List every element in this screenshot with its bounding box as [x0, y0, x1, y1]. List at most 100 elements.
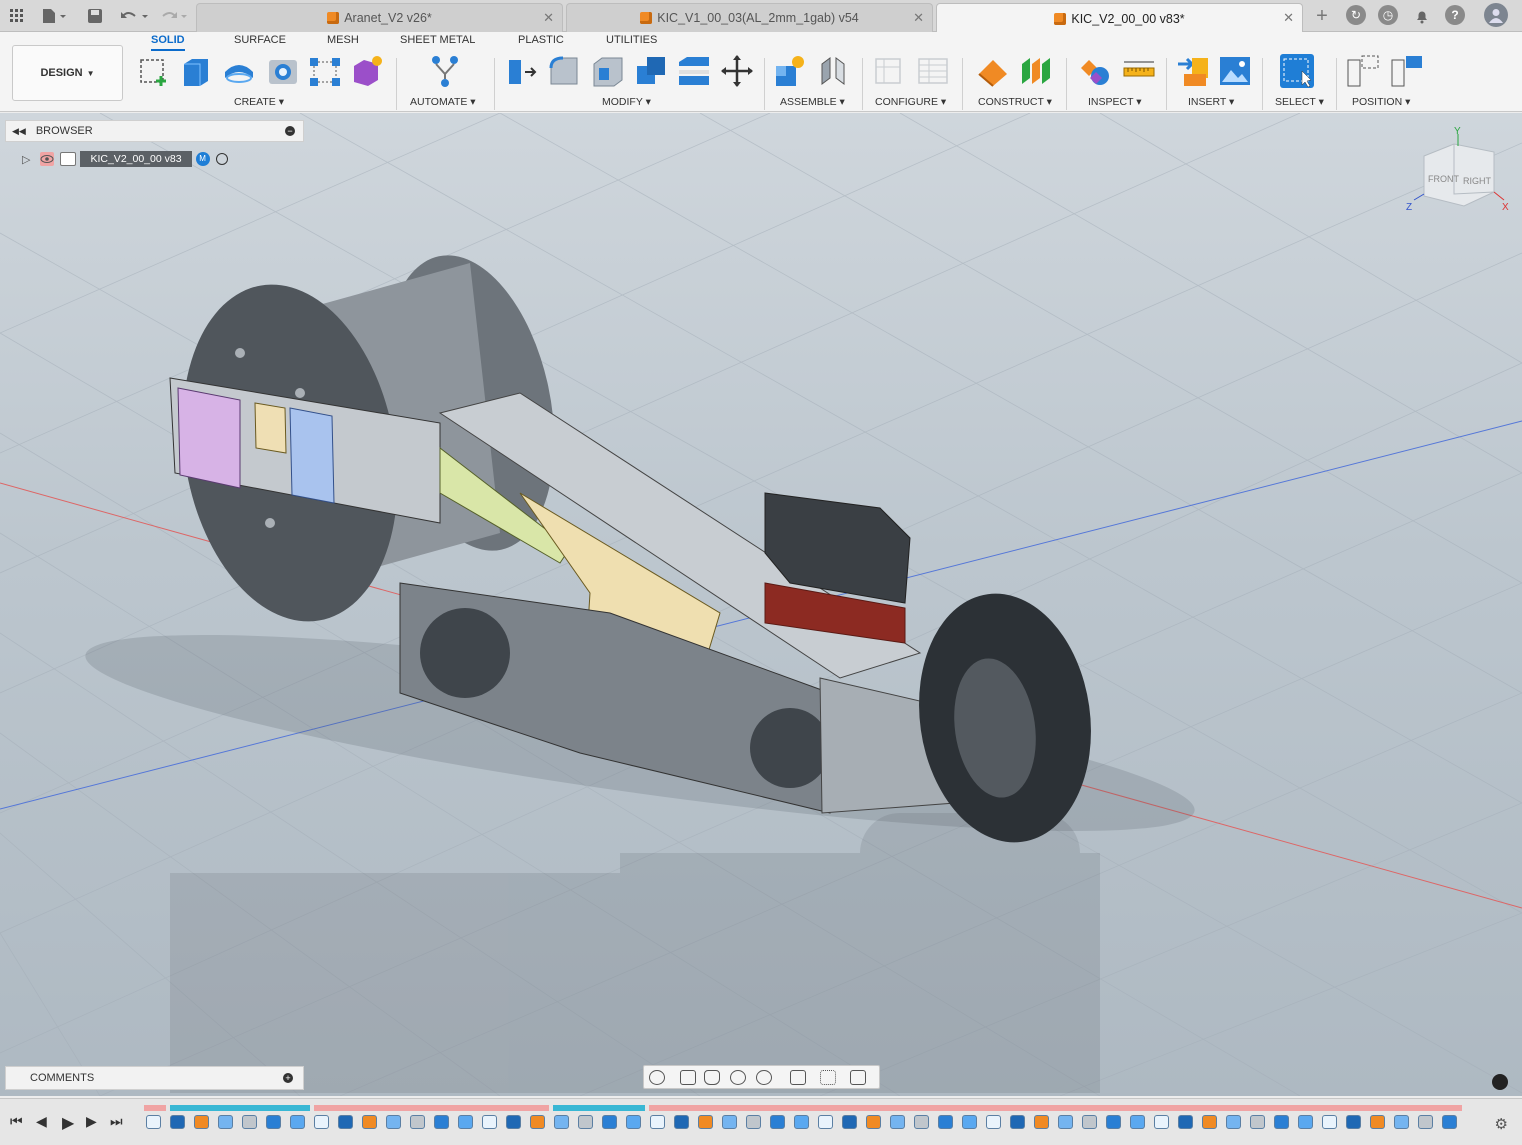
timeline-combine-icon[interactable]: [842, 1115, 857, 1129]
timeline-combine-icon[interactable]: [1010, 1115, 1025, 1129]
play-icon[interactable]: ▶: [62, 1113, 74, 1133]
timeline-sketch-icon[interactable]: [1322, 1115, 1337, 1129]
timeline-joint-icon[interactable]: [1250, 1115, 1265, 1129]
extrude-icon[interactable]: [180, 54, 214, 88]
viewcube-front-face[interactable]: FRONT: [1428, 174, 1459, 184]
timeline-sketch-icon[interactable]: [482, 1115, 497, 1129]
timeline-combine-icon[interactable]: [1346, 1115, 1361, 1129]
timeline-extrude-icon[interactable]: [938, 1115, 953, 1129]
document-tab-active[interactable]: KIC_V2_00_00 v83* ✕: [936, 3, 1303, 33]
tab-surface[interactable]: SURFACE: [234, 34, 286, 46]
combine-icon[interactable]: [634, 54, 668, 88]
tab-sheet-metal[interactable]: SHEET METAL: [400, 34, 475, 46]
display-settings-icon[interactable]: [790, 1070, 806, 1085]
offset-plane-icon[interactable]: [976, 54, 1010, 88]
split-body-icon[interactable]: [677, 54, 711, 88]
measure-icon[interactable]: [1122, 54, 1156, 88]
job-status-icon[interactable]: ◷: [1378, 5, 1398, 25]
timeline-sketch-icon[interactable]: [146, 1115, 161, 1129]
timeline-split-icon[interactable]: [1130, 1115, 1145, 1129]
timeline-settings-gear-icon[interactable]: ⚙: [1495, 1115, 1508, 1133]
position-group-label[interactable]: POSITION ▾: [1352, 96, 1410, 108]
browser-tree-root[interactable]: ▷ KIC_V2_00_00 v83 M: [22, 148, 262, 170]
close-tab-icon[interactable]: ✕: [913, 10, 924, 26]
extensions-icon[interactable]: ↻: [1346, 5, 1366, 25]
timeline-extrude-icon[interactable]: [434, 1115, 449, 1129]
save-icon[interactable]: [86, 6, 104, 26]
timeline-fillet-icon[interactable]: [722, 1115, 737, 1129]
insert-derive-icon[interactable]: [1176, 54, 1210, 88]
expand-triangle-icon[interactable]: ▷: [22, 153, 30, 166]
timeline-extrude-icon[interactable]: [602, 1115, 617, 1129]
timeline-extrude-icon[interactable]: [1274, 1115, 1289, 1129]
timeline-split-icon[interactable]: [1298, 1115, 1313, 1129]
timeline-sketch-icon[interactable]: [314, 1115, 329, 1129]
insert-canvas-icon[interactable]: [1218, 54, 1252, 88]
grid-snaps-icon[interactable]: [820, 1070, 836, 1085]
tab-utilities[interactable]: UTILITIES: [606, 34, 657, 46]
create-form-icon[interactable]: [350, 54, 384, 88]
press-pull-icon[interactable]: [505, 54, 539, 88]
configure-group-label[interactable]: CONFIGURE ▾: [875, 96, 946, 108]
user-avatar-icon[interactable]: [1484, 3, 1508, 27]
timeline-combine-icon[interactable]: [338, 1115, 353, 1129]
timeline-combine-icon[interactable]: [170, 1115, 185, 1129]
zoom-icon[interactable]: [730, 1070, 746, 1085]
tab-mesh[interactable]: MESH: [327, 34, 359, 46]
timeline-combine-icon[interactable]: [674, 1115, 689, 1129]
timeline-move-icon[interactable]: [866, 1115, 881, 1129]
close-tab-icon[interactable]: ✕: [543, 10, 554, 26]
shell-icon[interactable]: [591, 54, 625, 88]
automate-group-label[interactable]: AUTOMATE ▾: [410, 96, 476, 108]
pattern-icon[interactable]: [308, 54, 342, 88]
insert-group-label[interactable]: INSERT ▾: [1188, 96, 1234, 108]
go-to-end-icon[interactable]: ⏭: [110, 1113, 123, 1130]
configuration-table-icon[interactable]: [916, 54, 950, 88]
timeline-fillet-icon[interactable]: [554, 1115, 569, 1129]
canvas-viewport[interactable]: Y X Z FRONT RIGHT: [0, 113, 1522, 1096]
orbit-icon[interactable]: [649, 1070, 665, 1085]
timeline-joint-icon[interactable]: [914, 1115, 929, 1129]
select-icon[interactable]: [1280, 54, 1314, 88]
timeline-combine-icon[interactable]: [506, 1115, 521, 1129]
inspect-group-label[interactable]: INSPECT ▾: [1088, 96, 1142, 108]
automate-icon[interactable]: [428, 54, 462, 88]
timeline-move-icon[interactable]: [1370, 1115, 1385, 1129]
root-component-label[interactable]: KIC_V2_00_00 v83: [80, 151, 192, 167]
tab-solid[interactable]: SOLID: [151, 34, 185, 51]
timeline-split-icon[interactable]: [626, 1115, 641, 1129]
timeline-split-icon[interactable]: [794, 1115, 809, 1129]
help-icon[interactable]: ?: [1445, 5, 1465, 25]
model-canvas[interactable]: [0, 113, 1522, 1096]
timeline-move-icon[interactable]: [530, 1115, 545, 1129]
timeline-extrude-icon[interactable]: [266, 1115, 281, 1129]
file-menu-icon[interactable]: [40, 6, 68, 26]
browser-panel-header[interactable]: ◀◀ BROWSER −: [5, 120, 304, 142]
move-copy-icon[interactable]: [720, 54, 754, 88]
capture-position-icon[interactable]: [1346, 54, 1380, 88]
timeline-fillet-icon[interactable]: [1226, 1115, 1241, 1129]
midplane-icon[interactable]: [1020, 54, 1054, 88]
apps-grid-icon[interactable]: [8, 6, 26, 26]
fillet-icon[interactable]: [548, 54, 582, 88]
timeline-extrude-icon[interactable]: [770, 1115, 785, 1129]
timeline-split-icon[interactable]: [962, 1115, 977, 1129]
timeline-move-icon[interactable]: [1202, 1115, 1217, 1129]
timeline-move-icon[interactable]: [194, 1115, 209, 1129]
undo-icon[interactable]: [118, 6, 150, 26]
timeline-extrude-icon[interactable]: [1442, 1115, 1457, 1129]
construct-group-label[interactable]: CONSTRUCT ▾: [978, 96, 1052, 108]
activate-component-icon[interactable]: [215, 153, 228, 165]
viewcube[interactable]: Y X Z FRONT RIGHT: [1406, 126, 1516, 226]
interference-icon[interactable]: [1078, 54, 1112, 88]
hole-icon[interactable]: [266, 54, 300, 88]
timeline-split-icon[interactable]: [290, 1115, 305, 1129]
fit-icon[interactable]: [756, 1070, 772, 1085]
step-back-icon[interactable]: ◀: [36, 1113, 47, 1130]
timeline-sketch-icon[interactable]: [1154, 1115, 1169, 1129]
pan-hand-icon[interactable]: [704, 1070, 720, 1085]
redo-icon[interactable]: [158, 6, 190, 26]
timeline-joint-icon[interactable]: [242, 1115, 257, 1129]
workspace-switcher-button[interactable]: DESIGN ▼: [12, 45, 123, 101]
timeline-fillet-icon[interactable]: [890, 1115, 905, 1129]
